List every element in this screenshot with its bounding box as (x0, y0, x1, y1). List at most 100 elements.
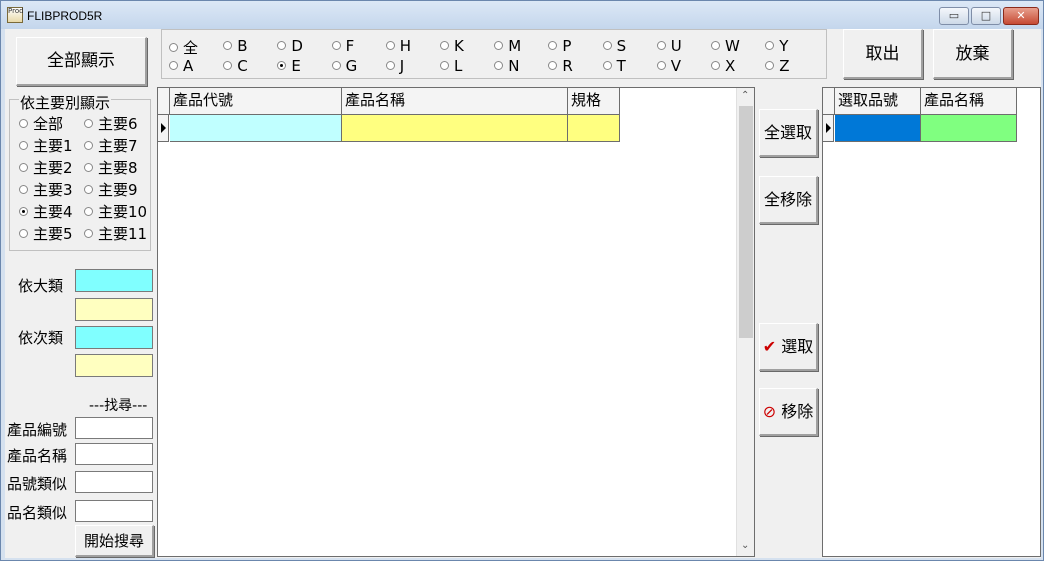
letter-radio[interactable]: N (494, 57, 519, 75)
scrollbar-thumb[interactable] (739, 106, 753, 338)
radio-button-icon[interactable] (84, 185, 93, 194)
major-category-code-field[interactable] (75, 269, 153, 292)
radio-button-icon[interactable] (84, 207, 93, 216)
radio-button-icon[interactable] (494, 41, 504, 50)
primary-filter-radio[interactable]: 主要2 (19, 157, 73, 178)
product-code-field[interactable] (75, 417, 153, 439)
radio-button-icon[interactable] (656, 61, 666, 70)
column-header-product-name[interactable]: 產品名稱 (342, 88, 568, 115)
product-name-field[interactable] (75, 443, 153, 465)
remove-button[interactable]: ⊘ 移除 (759, 388, 818, 436)
primary-filter-radio[interactable]: 全部 (19, 113, 63, 134)
minimize-button[interactable]: ▭ (939, 7, 969, 25)
vertical-scrollbar[interactable]: ⌃ ⌄ (736, 88, 754, 556)
major-category-name-field[interactable] (75, 298, 153, 321)
letter-radio[interactable]: M (494, 37, 521, 55)
letter-radio[interactable]: S (602, 37, 626, 55)
primary-filter-radio[interactable]: 主要11 (84, 223, 147, 244)
radio-button-icon[interactable] (602, 41, 612, 50)
radio-button-icon[interactable] (331, 61, 341, 70)
radio-button-icon[interactable] (19, 119, 28, 128)
primary-filter-radio[interactable]: 主要6 (84, 113, 138, 134)
radio-button-icon[interactable] (19, 141, 28, 150)
radio-button-icon[interactable] (19, 207, 28, 216)
select-button[interactable]: ✔ 選取 (759, 323, 818, 371)
letter-radio[interactable]: J (385, 57, 404, 75)
letter-radio[interactable]: R (548, 57, 573, 75)
letter-radio[interactable]: L (440, 57, 462, 75)
column-header-selected-name[interactable]: 產品名稱 (921, 88, 1017, 115)
primary-filter-radio[interactable]: 主要10 (84, 201, 147, 222)
scroll-up-icon[interactable]: ⌃ (741, 90, 749, 101)
primary-filter-radio[interactable]: 主要1 (19, 135, 73, 156)
letter-radio[interactable]: U (656, 37, 682, 55)
radio-button-icon[interactable] (765, 41, 775, 50)
take-button[interactable]: 取出 (843, 29, 923, 79)
selected-row-selector[interactable] (823, 115, 834, 142)
letter-radio[interactable]: T (602, 57, 626, 75)
radio-button-icon[interactable] (494, 61, 504, 70)
radio-button-icon[interactable] (548, 41, 558, 50)
radio-button-icon[interactable] (223, 41, 233, 50)
letter-radio[interactable]: 全 (169, 37, 198, 58)
radio-button-icon[interactable] (440, 41, 449, 50)
radio-button-icon[interactable] (84, 119, 93, 128)
radio-button-icon[interactable] (277, 61, 287, 70)
cell-product-name[interactable] (342, 115, 568, 142)
radio-button-icon[interactable] (84, 141, 93, 150)
column-header-selected-code[interactable]: 選取品號 (835, 88, 921, 115)
letter-radio[interactable]: Z (765, 57, 789, 75)
minor-category-code-field[interactable] (75, 326, 153, 349)
product-grid[interactable]: 產品代號 產品名稱 規格 ⌃ ⌄ (157, 87, 755, 557)
letter-radio[interactable]: G (331, 57, 357, 75)
radio-button-icon[interactable] (602, 61, 612, 70)
letter-radio[interactable]: K (440, 37, 464, 55)
primary-filter-radio[interactable]: 主要5 (19, 223, 73, 244)
show-all-button[interactable]: 全部顯示 (16, 37, 147, 86)
radio-button-icon[interactable] (656, 41, 666, 50)
letter-radio[interactable]: F (331, 37, 354, 55)
radio-button-icon[interactable] (385, 41, 395, 50)
letter-radio[interactable]: V (656, 57, 681, 75)
close-button[interactable]: ✕ (1003, 7, 1039, 25)
cell-spec[interactable] (568, 115, 620, 142)
radio-button-icon[interactable] (84, 163, 93, 172)
radio-button-icon[interactable] (277, 41, 287, 50)
remove-all-button[interactable]: 全移除 (759, 176, 818, 224)
column-header-product-code[interactable]: 產品代號 (170, 88, 342, 115)
letter-radio[interactable]: A (169, 57, 193, 75)
letter-radio[interactable]: C (223, 57, 248, 75)
code-like-field[interactable] (75, 471, 153, 493)
select-all-button[interactable]: 全選取 (759, 109, 818, 157)
radio-button-icon[interactable] (19, 185, 28, 194)
letter-radio[interactable]: E (277, 57, 301, 75)
primary-filter-radio[interactable]: 主要3 (19, 179, 73, 200)
radio-button-icon[interactable] (711, 61, 720, 70)
radio-button-icon[interactable] (711, 41, 720, 50)
radio-button-icon[interactable] (169, 61, 178, 70)
radio-button-icon[interactable] (765, 61, 775, 70)
letter-radio[interactable]: D (277, 37, 303, 55)
maximize-button[interactable]: □ (971, 7, 1001, 25)
name-like-field[interactable] (75, 500, 153, 522)
abandon-button[interactable]: 放棄 (933, 29, 1013, 79)
primary-filter-radio[interactable]: 主要7 (84, 135, 138, 156)
primary-filter-radio[interactable]: 主要8 (84, 157, 138, 178)
letter-radio[interactable]: X (711, 57, 735, 75)
radio-button-icon[interactable] (440, 61, 449, 70)
start-search-button[interactable]: 開始搜尋 (75, 525, 154, 557)
cell-product-code[interactable] (170, 115, 342, 142)
primary-filter-radio[interactable]: 主要4 (19, 201, 73, 222)
letter-radio[interactable]: H (385, 37, 411, 55)
scroll-down-icon[interactable]: ⌄ (741, 540, 749, 551)
radio-button-icon[interactable] (19, 229, 28, 238)
selected-grid[interactable]: 選取品號 產品名稱 (822, 87, 1041, 557)
letter-radio[interactable]: Y (765, 37, 788, 55)
radio-button-icon[interactable] (548, 61, 558, 70)
letter-radio[interactable]: B (223, 37, 247, 55)
cell-selected-code[interactable] (835, 115, 921, 142)
radio-button-icon[interactable] (84, 229, 93, 238)
letter-radio[interactable]: P (548, 37, 571, 55)
cell-selected-name[interactable] (921, 115, 1017, 142)
radio-button-icon[interactable] (19, 163, 28, 172)
